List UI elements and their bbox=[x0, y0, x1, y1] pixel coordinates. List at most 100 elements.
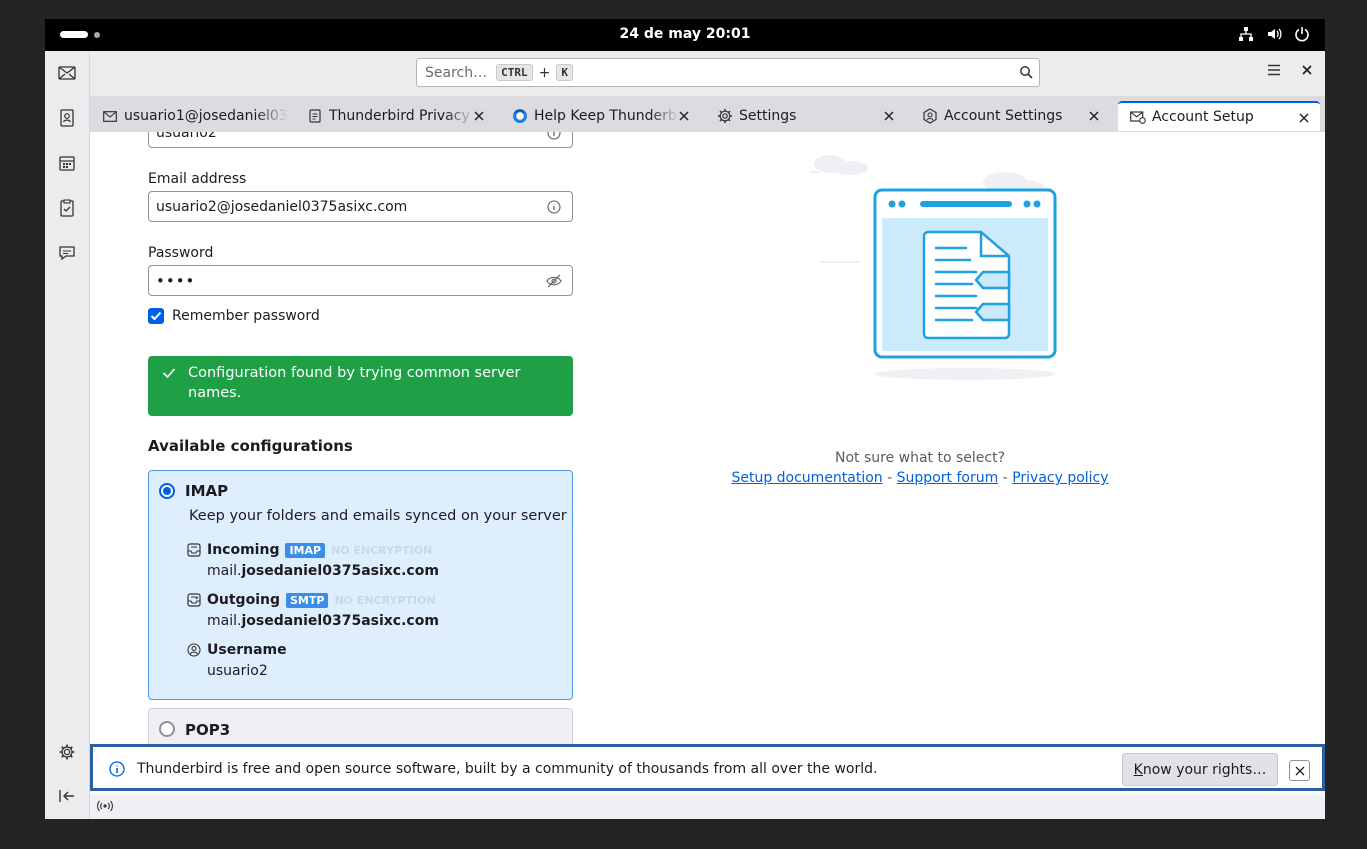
info-icon bbox=[109, 761, 125, 781]
incoming-server-icon bbox=[187, 543, 201, 557]
outgoing-host-prefix: mail. bbox=[207, 613, 242, 629]
tab-inbox[interactable]: usuario1@josedaniel0375asixc.com bbox=[90, 101, 292, 131]
email-value: usuario2@josedaniel0375asixc.com bbox=[156, 198, 408, 215]
tab-bar: usuario1@josedaniel0375asixc.com Thunder… bbox=[90, 96, 1325, 132]
email-label: Email address bbox=[148, 171, 247, 187]
incoming-server-row: Incoming IMAP NO ENCRYPTION bbox=[187, 542, 432, 558]
username-value: usuario2 bbox=[207, 663, 268, 679]
tab-label: usuario1@josedaniel0375asixc.com bbox=[124, 108, 288, 124]
window-close-icon[interactable] bbox=[1301, 64, 1313, 80]
button-label: now your rights… bbox=[1142, 761, 1267, 778]
tab-label: Account Settings bbox=[944, 108, 1063, 124]
incoming-label: Incoming bbox=[207, 542, 280, 558]
incoming-host-prefix: mail. bbox=[207, 563, 242, 579]
info-icon[interactable] bbox=[546, 199, 562, 215]
tab-privacy-notice[interactable]: Thunderbird Privacy Notice bbox=[295, 101, 495, 131]
incoming-host: mail.josedaniel0375asixc.com bbox=[207, 563, 439, 579]
notice-text: Configuration found by trying common ser… bbox=[188, 365, 521, 401]
collapse-spaces-icon[interactable] bbox=[56, 785, 78, 807]
settings-space-icon[interactable] bbox=[56, 741, 78, 763]
info-icon[interactable] bbox=[546, 132, 562, 141]
tab-label: Account Setup bbox=[1152, 109, 1254, 125]
status-bar bbox=[90, 795, 1325, 819]
outgoing-label: Outgoing bbox=[207, 592, 280, 608]
incoming-protocol-badge: IMAP bbox=[285, 542, 326, 558]
incoming-host-domain: josedaniel0375asixc.com bbox=[241, 563, 439, 579]
remember-password-checkbox[interactable]: Remember password bbox=[148, 308, 320, 324]
notification-close-icon[interactable] bbox=[1289, 760, 1310, 781]
know-your-rights-button[interactable]: Know your rights… bbox=[1122, 753, 1278, 786]
notification-text: Thunderbird is free and open source soft… bbox=[137, 761, 878, 777]
checkmark-icon bbox=[162, 365, 176, 385]
tab-donate[interactable]: Help Keep Thunderbird Alive bbox=[500, 101, 700, 131]
imap-title: IMAP bbox=[185, 482, 229, 500]
password-label: Password bbox=[148, 245, 214, 261]
email-field[interactable]: usuario2@josedaniel0375asixc.com bbox=[148, 191, 573, 222]
thunderbird-logo-icon bbox=[512, 108, 528, 124]
global-search-input[interactable]: Search… CTRL + K bbox=[416, 58, 1040, 87]
link-separator: - bbox=[1002, 470, 1008, 486]
tab-close-icon[interactable] bbox=[881, 108, 897, 124]
username-row: Username bbox=[187, 642, 287, 658]
notification-bar: Thunderbird is free and open source soft… bbox=[90, 744, 1325, 791]
config-found-notice: Configuration found by trying common ser… bbox=[148, 356, 573, 416]
help-links: Setup documentation - Support forum - Pr… bbox=[690, 470, 1150, 486]
tab-label: Settings bbox=[739, 108, 797, 124]
tab-settings[interactable]: Settings bbox=[705, 101, 905, 131]
volume-icon[interactable] bbox=[1265, 25, 1283, 43]
name-value: usuario2 bbox=[156, 132, 217, 141]
spaces-toolbar bbox=[45, 51, 90, 819]
outgoing-security-label: NO ENCRYPTION bbox=[334, 593, 436, 607]
shortcut-ctrl-key: CTRL bbox=[496, 64, 533, 81]
app-menu-icon[interactable] bbox=[1267, 64, 1281, 80]
power-icon[interactable] bbox=[1293, 25, 1311, 43]
username-label: Username bbox=[207, 642, 287, 658]
tab-account-settings[interactable]: Account Settings bbox=[910, 101, 1110, 131]
link-separator: - bbox=[887, 470, 893, 486]
imap-radio[interactable] bbox=[159, 483, 175, 499]
available-configurations-heading: Available configurations bbox=[148, 437, 353, 455]
chat-icon[interactable] bbox=[56, 242, 78, 264]
tab-close-icon[interactable] bbox=[471, 108, 487, 124]
tab-label: Help Keep Thunderbird Alive bbox=[534, 108, 679, 124]
imap-config-option[interactable]: IMAP Keep your folders and emails synced… bbox=[148, 470, 573, 700]
tab-close-icon[interactable] bbox=[1296, 110, 1312, 126]
name-field[interactable]: usuario2 bbox=[148, 132, 573, 148]
tab-label: Thunderbird Privacy Notice bbox=[329, 108, 474, 124]
password-field[interactable]: •••• bbox=[148, 265, 573, 296]
shortcut-k-key: K bbox=[556, 64, 573, 81]
pop3-radio[interactable] bbox=[159, 721, 175, 737]
tab-account-setup[interactable]: Account Setup bbox=[1118, 101, 1320, 131]
remember-password-label: Remember password bbox=[172, 308, 320, 324]
search-placeholder: Search… bbox=[425, 64, 488, 81]
account-settings-icon bbox=[922, 108, 938, 124]
mail-icon bbox=[102, 108, 118, 124]
outgoing-host-domain: josedaniel0375asixc.com bbox=[241, 613, 439, 629]
tab-close-icon[interactable] bbox=[1086, 108, 1102, 124]
account-setup-content: usuario2 Email address usuario2@josedani… bbox=[90, 132, 1325, 744]
help-question: Not sure what to select? bbox=[834, 450, 1006, 466]
checkbox-checked-icon[interactable] bbox=[148, 308, 164, 324]
support-forum-link[interactable]: Support forum bbox=[897, 470, 999, 486]
setup-documentation-link[interactable]: Setup documentation bbox=[731, 470, 882, 486]
calendar-icon[interactable] bbox=[56, 152, 78, 174]
pop3-config-option[interactable]: POP3 bbox=[148, 708, 573, 744]
password-value: •••• bbox=[156, 271, 196, 290]
document-icon bbox=[307, 108, 323, 124]
search-icon[interactable] bbox=[1019, 65, 1033, 83]
tasks-icon[interactable] bbox=[56, 197, 78, 219]
address-book-icon[interactable] bbox=[56, 107, 78, 129]
clock[interactable]: 24 de may 20:01 bbox=[45, 26, 1325, 42]
button-access-key: K bbox=[1133, 761, 1143, 778]
mail-space-icon[interactable] bbox=[56, 62, 78, 84]
privacy-policy-link[interactable]: Privacy policy bbox=[1012, 470, 1108, 486]
outgoing-protocol-badge: SMTP bbox=[286, 592, 329, 608]
online-status-icon[interactable] bbox=[96, 799, 114, 817]
pop3-title: POP3 bbox=[185, 721, 231, 739]
account-setup-illustration bbox=[810, 155, 1057, 380]
tab-close-icon[interactable] bbox=[676, 108, 692, 124]
network-icon[interactable] bbox=[1237, 25, 1255, 43]
toggle-password-visibility-icon[interactable] bbox=[546, 273, 562, 289]
thunderbird-window: Search… CTRL + K usuario1@josedaniel0375… bbox=[45, 51, 1325, 819]
imap-description: Keep your folders and emails synced on y… bbox=[189, 508, 567, 524]
